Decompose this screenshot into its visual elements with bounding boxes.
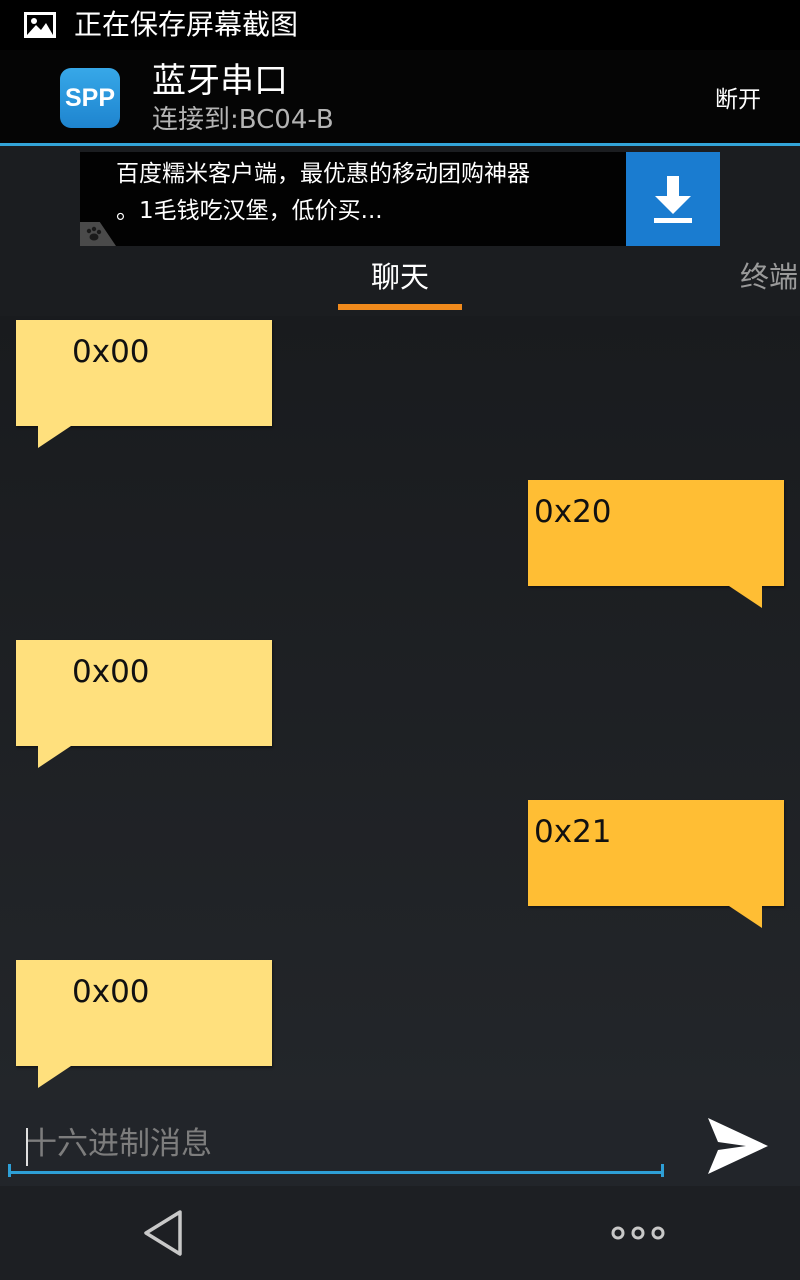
status-bar: 正在保存屏幕截图 xyxy=(0,0,800,50)
message-bubble-incoming: 0x00 xyxy=(16,320,272,448)
ad-line-1: 百度糯米客户端，最优惠的移动团购神器 xyxy=(116,161,530,187)
message-text: 0x00 xyxy=(72,974,150,1010)
ad-line-2: 。1毛钱吃汉堡，低价买... xyxy=(116,198,383,224)
disconnect-button[interactable]: 断开 xyxy=(700,80,776,120)
message-text: 0x20 xyxy=(534,494,612,530)
chat-area[interactable]: 0x00 0x20 0x00 0x21 0x00 xyxy=(0,316,800,1100)
navigation-bar xyxy=(0,1186,800,1280)
tab-indicator xyxy=(338,304,462,310)
ad-banner[interactable]: 百度糯米客户端，最优惠的移动团购神器 。1毛钱吃汉堡，低价买... xyxy=(80,152,720,246)
text-caret xyxy=(26,1128,28,1166)
app-title: 蓝牙串口 xyxy=(152,61,288,101)
image-icon xyxy=(24,12,56,38)
message-bubble-incoming: 0x00 xyxy=(16,640,272,768)
message-text: 0x00 xyxy=(72,334,150,370)
app-icon[interactable]: SPP xyxy=(60,68,120,128)
send-icon xyxy=(708,1118,768,1174)
send-button[interactable] xyxy=(696,1108,776,1188)
tab-chat[interactable]: 聊天 xyxy=(338,246,462,310)
tab-bar: 聊天 终端 xyxy=(0,246,800,316)
action-bar: SPP 蓝牙串口 连接到:BC04-B 断开 xyxy=(0,50,800,144)
hex-message-input[interactable] xyxy=(8,1116,664,1174)
connection-status: 连接到:BC04-B xyxy=(152,105,334,135)
back-icon xyxy=(144,1210,182,1256)
input-bar xyxy=(0,1100,800,1186)
message-bubble-outgoing: 0x21 xyxy=(528,800,784,928)
message-text: 0x21 xyxy=(534,814,612,850)
message-bubble-incoming: 0x00 xyxy=(16,960,272,1088)
message-bubble-outgoing: 0x20 xyxy=(528,480,784,608)
status-text: 正在保存屏幕截图 xyxy=(74,8,299,41)
paw-icon xyxy=(80,222,116,246)
back-button[interactable] xyxy=(140,1208,188,1258)
download-icon[interactable] xyxy=(626,152,720,246)
tab-terminal[interactable]: 终端 xyxy=(740,246,800,310)
overflow-menu-button[interactable] xyxy=(606,1218,670,1248)
ad-text: 百度糯米客户端，最优惠的移动团购神器 。1毛钱吃汉堡，低价买... xyxy=(116,156,626,230)
action-bar-divider xyxy=(0,143,800,146)
message-text: 0x00 xyxy=(72,654,150,690)
more-icon xyxy=(611,1226,665,1240)
